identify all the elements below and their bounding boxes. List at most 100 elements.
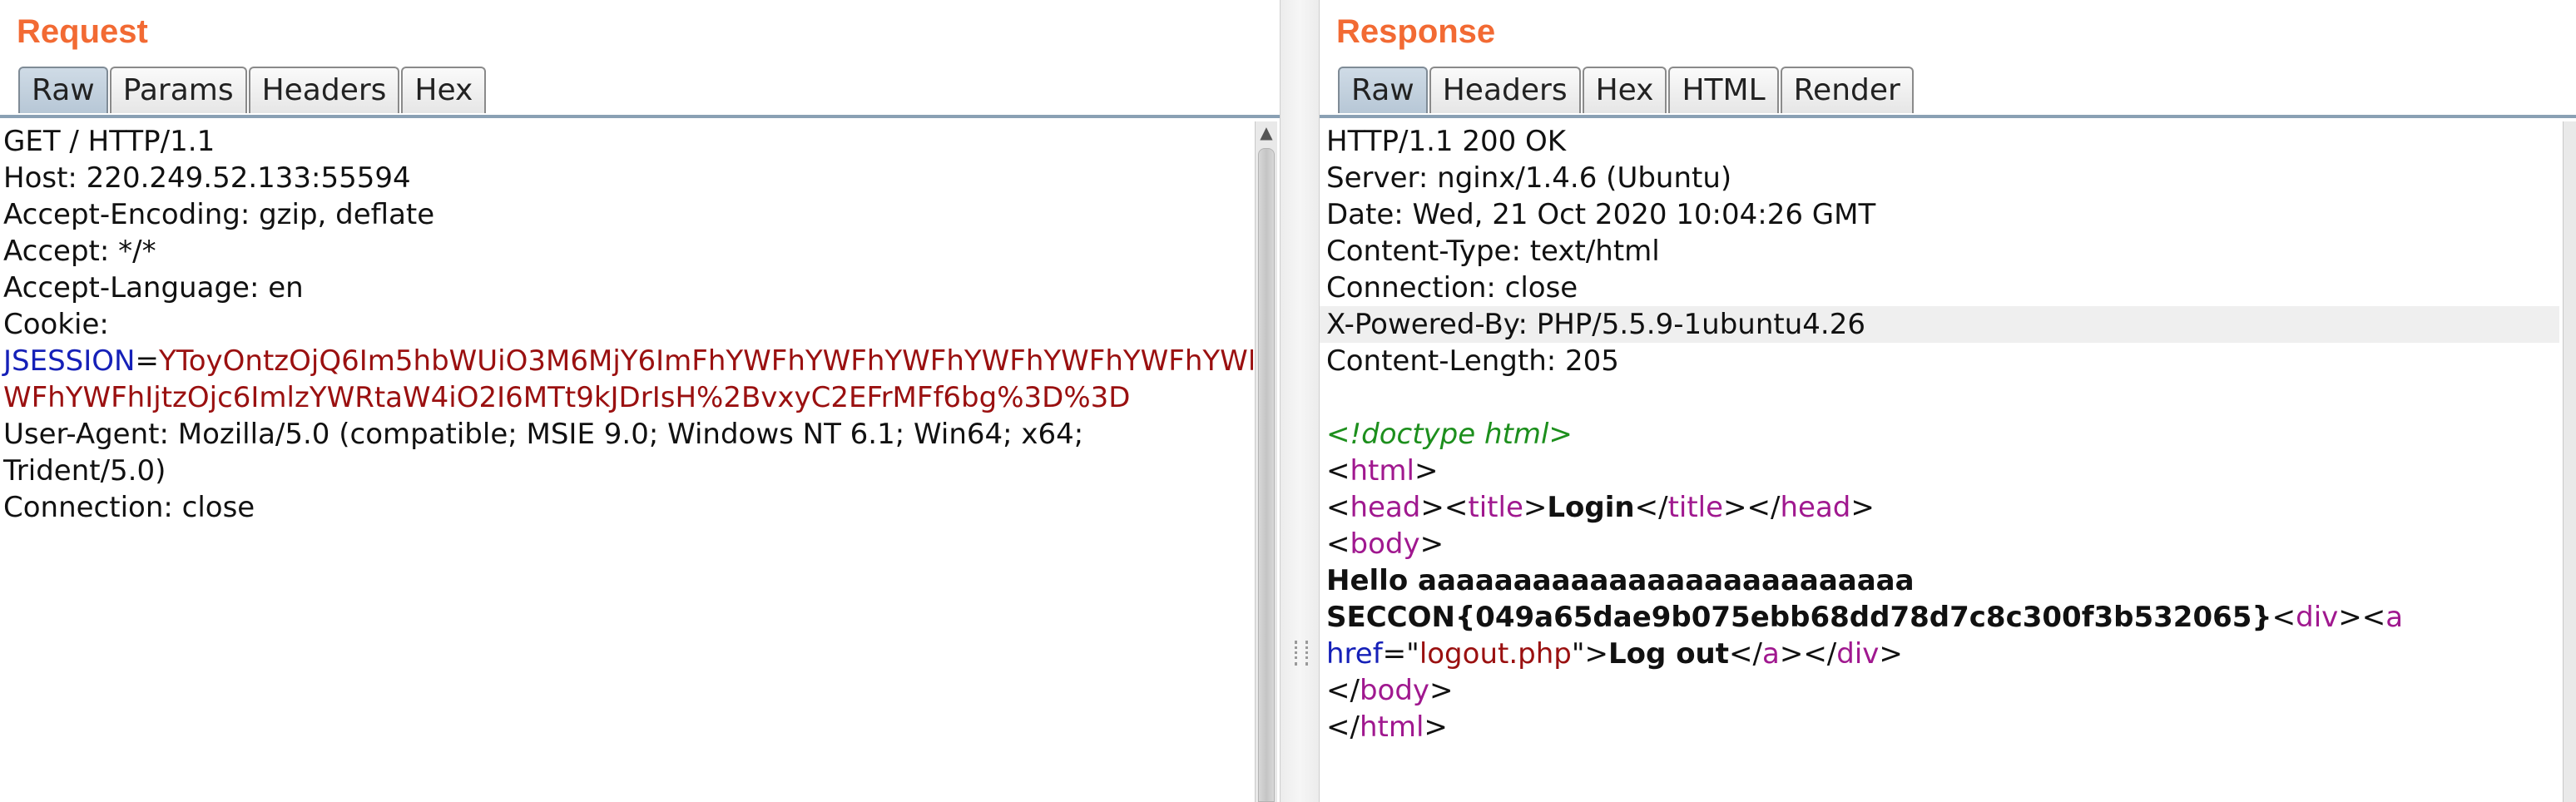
tag-title: title bbox=[1468, 491, 1523, 524]
angle-bracket: < bbox=[2361, 601, 2386, 634]
head-line: <head><title>Login</title></head> bbox=[1323, 489, 2559, 526]
request-scrollbar[interactable]: ▲ bbox=[1255, 121, 1277, 802]
pane-splitter[interactable] bbox=[1280, 0, 1320, 802]
angle-bracket: > bbox=[2338, 601, 2362, 634]
cookie-name: JSESSION bbox=[3, 344, 136, 378]
angle-bracket: </ bbox=[1326, 674, 1360, 707]
response-tabs: Raw Headers Hex HTML Render bbox=[1338, 67, 1915, 115]
response-tab-render[interactable]: Render bbox=[1780, 67, 1914, 113]
angle-bracket: < bbox=[1326, 491, 1350, 524]
splitter-grip-icon[interactable] bbox=[1295, 641, 1308, 666]
angle-bracket: > bbox=[1879, 637, 1903, 671]
request-editor[interactable]: GET / HTTP/1.1 Host: 220.249.52.133:5559… bbox=[0, 118, 1253, 802]
html-close-line: </html> bbox=[1323, 709, 2559, 745]
request-line: Accept: */* bbox=[3, 235, 156, 268]
angle-bracket: > bbox=[1420, 491, 1444, 524]
tag-head: head bbox=[1780, 491, 1851, 524]
tag-a: a bbox=[2385, 601, 2404, 634]
response-tab-hex[interactable]: Hex bbox=[1582, 67, 1667, 113]
tag-title: title bbox=[1667, 491, 1724, 524]
request-scroll-thumb[interactable] bbox=[1258, 148, 1275, 802]
angle-bracket: > bbox=[1850, 491, 1875, 524]
request-cookie-line: JSESSION=YToyOntzOjQ6Im5hbWUiO3M6MjY6ImF… bbox=[3, 343, 1253, 379]
scroll-up-arrow-icon[interactable]: ▲ bbox=[1256, 121, 1277, 143]
doctype-line: <!doctype html> bbox=[1326, 418, 1573, 451]
request-line: Accept-Language: en bbox=[3, 271, 304, 304]
body-open-line: <body> bbox=[1323, 526, 2559, 562]
response-scrollbar[interactable] bbox=[2563, 121, 2576, 802]
angle-bracket: </ bbox=[1634, 491, 1668, 524]
cookie-equals: = bbox=[135, 344, 159, 378]
angle-bracket: > bbox=[1414, 454, 1439, 488]
response-editor[interactable]: HTTP/1.1 200 OK Server: nginx/1.4.6 (Ubu… bbox=[1320, 118, 2559, 802]
cookie-value: YToyOntzOjQ6Im5hbWUiO3M6MjY6ImFhYWFhYWFh… bbox=[158, 344, 1253, 378]
response-line: HTTP/1.1 200 OK bbox=[1326, 125, 1567, 158]
request-line: Connection: close bbox=[3, 491, 255, 524]
request-line: Accept-Encoding: gzip, deflate bbox=[3, 198, 435, 231]
response-tab-headers[interactable]: Headers bbox=[1429, 67, 1581, 113]
response-tab-raw[interactable]: Raw bbox=[1338, 67, 1428, 113]
attr-href-value: logout.php bbox=[1419, 637, 1572, 671]
request-line: Host: 220.249.52.133:55594 bbox=[3, 161, 411, 195]
tag-a: a bbox=[1761, 637, 1780, 671]
cookie-value: WFhYWFhIjtzOjc6ImlzYWRtaW4iO2I6MTt9kJDrI… bbox=[3, 381, 1131, 414]
request-cookie-line: WFhYWFhIjtzOjc6ImlzYWRtaW4iO2I6MTt9kJDrI… bbox=[3, 379, 1253, 416]
attr-equals: =" bbox=[1382, 637, 1419, 671]
request-pane: Request Raw Params Headers Hex GET / HTT… bbox=[0, 0, 1280, 802]
request-tab-hex[interactable]: Hex bbox=[401, 67, 487, 113]
flag-line: SECCON{049a65dae9b075ebb68dd78d7c8c300f3… bbox=[1323, 599, 2559, 636]
angle-bracket: < bbox=[1326, 527, 1350, 561]
tag-body: body bbox=[1350, 527, 1420, 561]
angle-bracket: > bbox=[1429, 674, 1454, 707]
request-line: User-Agent: Mozilla/5.0 (compatible; MSI… bbox=[3, 418, 1084, 451]
angle-bracket: > bbox=[1419, 527, 1444, 561]
request-tab-params[interactable]: Params bbox=[109, 67, 247, 113]
response-line: Server: nginx/1.4.6 (Ubuntu) bbox=[1326, 161, 1732, 195]
angle-bracket: > bbox=[1779, 637, 1804, 671]
tag-div: div bbox=[2296, 601, 2339, 634]
response-title: Response bbox=[1336, 13, 1496, 50]
hello-line: Hello aaaaaaaaaaaaaaaaaaaaaaaaaa bbox=[1326, 564, 1915, 597]
request-lines: GET / HTTP/1.1 Host: 220.249.52.133:5559… bbox=[3, 123, 1253, 526]
tag-body: body bbox=[1359, 674, 1430, 707]
request-line: GET / HTTP/1.1 bbox=[3, 125, 215, 158]
angle-bracket: < bbox=[1326, 454, 1350, 488]
tag-html: html bbox=[1359, 710, 1424, 744]
request-tab-headers[interactable]: Headers bbox=[248, 67, 400, 113]
request-line: Cookie: bbox=[3, 308, 109, 341]
response-pane: Response Raw Headers Hex HTML Render HTT… bbox=[1320, 0, 2576, 802]
response-line: Content-Length: 205 bbox=[1326, 344, 1619, 378]
angle-bracket: </ bbox=[1326, 710, 1360, 744]
request-line: Trident/5.0) bbox=[3, 454, 166, 488]
title-text: Login bbox=[1547, 491, 1635, 524]
angle-bracket: </ bbox=[1803, 637, 1837, 671]
response-line: Connection: close bbox=[1326, 271, 1578, 304]
angle-bracket: > bbox=[1523, 491, 1548, 524]
response-line: Content-Type: text/html bbox=[1326, 235, 1660, 268]
flag-text: SECCON{049a65dae9b075ebb68dd78d7c8c300f3… bbox=[1326, 601, 2272, 634]
request-tabs: Raw Params Headers Hex bbox=[18, 67, 488, 115]
body-close-line: </body> bbox=[1323, 672, 2559, 709]
tag-head: head bbox=[1350, 491, 1421, 524]
burp-request-response-viewer: Request Raw Params Headers Hex GET / HTT… bbox=[0, 0, 2576, 802]
tag-div: div bbox=[1836, 637, 1880, 671]
angle-bracket: < bbox=[2271, 601, 2296, 634]
logout-link-line: href="logout.php">Log out</a></div> bbox=[1323, 636, 2559, 672]
angle-bracket: > bbox=[1723, 491, 1747, 524]
angle-bracket: </ bbox=[1729, 637, 1762, 671]
angle-bracket: > bbox=[1424, 710, 1448, 744]
attr-close: "> bbox=[1571, 637, 1608, 671]
logout-link-text: Log out bbox=[1608, 637, 1730, 671]
angle-bracket: < bbox=[1444, 491, 1469, 524]
tag-html: html bbox=[1350, 454, 1414, 488]
angle-bracket: </ bbox=[1746, 491, 1781, 524]
response-lines: HTTP/1.1 200 OK Server: nginx/1.4.6 (Ubu… bbox=[1320, 123, 2559, 745]
attr-href: href bbox=[1326, 637, 1383, 671]
request-tab-raw[interactable]: Raw bbox=[18, 67, 108, 113]
response-line-highlighted: X-Powered-By: PHP/5.5.9-1ubuntu4.26 bbox=[1320, 306, 2559, 343]
html-open-line: <html> bbox=[1323, 453, 2559, 489]
response-line: Date: Wed, 21 Oct 2020 10:04:26 GMT bbox=[1326, 198, 1876, 231]
request-title: Request bbox=[17, 13, 148, 50]
response-tab-html[interactable]: HTML bbox=[1668, 67, 1779, 113]
